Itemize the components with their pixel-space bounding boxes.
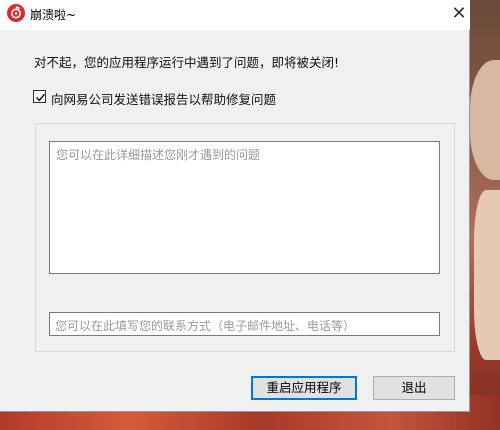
report-checkbox[interactable]: [33, 90, 46, 103]
netease-music-icon: [7, 4, 25, 22]
title-bar[interactable]: 崩溃啦~ ✕: [0, 0, 470, 30]
contact-placeholder: 您可以在此填写您的联系方式（电子邮件地址、电话等）: [55, 319, 356, 333]
error-message: 对不起，您的应用程序运行中遇到了问题，即将被关闭!: [34, 55, 340, 70]
close-button[interactable]: ✕: [448, 3, 470, 25]
report-checkbox-label[interactable]: 向网易公司发送错误报告以帮助修复问题: [51, 89, 276, 108]
background-shape: [470, 60, 500, 180]
contact-info-input[interactable]: 您可以在此填写您的联系方式（电子邮件地址、电话等）: [49, 312, 440, 336]
problem-description-textarea[interactable]: 您可以在此详细描述您刚才遇到的问题: [49, 141, 440, 274]
description-placeholder: 您可以在此详细描述您刚才遇到的问题: [56, 148, 261, 162]
checkmark-icon: [35, 93, 46, 102]
background-shape: [474, 190, 500, 360]
window-title: 崩溃啦~: [30, 8, 77, 22]
crash-dialog-window: 崩溃啦~ ✕ 对不起，您的应用程序运行中遇到了问题，即将被关闭! 向网易公司发送…: [0, 0, 470, 412]
exit-button[interactable]: 退出: [373, 376, 455, 400]
close-icon: ✕: [451, 3, 467, 24]
restart-app-button[interactable]: 重启应用程序: [251, 376, 357, 400]
